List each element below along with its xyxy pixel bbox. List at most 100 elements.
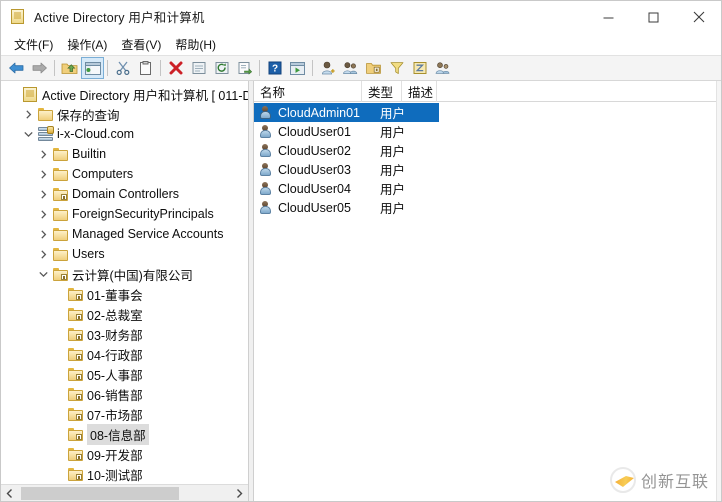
new-user-icon[interactable] <box>316 57 339 79</box>
tree-node-label: 09-开发部 <box>87 448 143 463</box>
cut-icon[interactable] <box>111 57 134 79</box>
chevron-right-icon[interactable] <box>20 104 36 124</box>
tree-node-label: Computers <box>72 167 134 181</box>
maximize-button[interactable] <box>631 1 676 33</box>
minimize-button[interactable] <box>586 1 631 33</box>
list-item[interactable]: CloudAdmin01 用户 <box>254 103 721 122</box>
list-item-content: CloudAdmin01 用户 <box>254 103 439 122</box>
scroll-right-icon[interactable] <box>231 485 248 502</box>
column-header-name[interactable]: 名称 <box>254 80 362 102</box>
list-item-name: CloudUser04 <box>278 181 351 196</box>
list-item[interactable]: CloudUser02 用户 <box>254 141 721 160</box>
list-item[interactable]: CloudUser05 用户 <box>254 198 721 217</box>
tree-node[interactable]: 05-人事部 <box>1 364 248 384</box>
copy-icon[interactable] <box>134 57 157 79</box>
menu-action[interactable]: 操作(A) <box>60 34 114 55</box>
user-icon <box>258 162 276 178</box>
tree-node[interactable]: i-x-Cloud.com <box>1 124 248 144</box>
console-tree[interactable]: Active Directory 用户和计算机 [ 011-DC01 保存的查询 i… <box>1 81 248 484</box>
close-button[interactable] <box>676 1 721 33</box>
tree-node[interactable]: 04-行政部 <box>1 344 248 364</box>
forward-arrow-icon[interactable] <box>28 57 51 79</box>
list-item-type: 用户 <box>380 183 406 197</box>
list-item[interactable]: CloudUser04 用户 <box>254 179 721 198</box>
chevron-right-icon[interactable] <box>35 204 51 224</box>
chevron-right-icon[interactable] <box>35 244 51 264</box>
tree-node[interactable]: 07-市场部 <box>1 404 248 424</box>
tree-node[interactable]: Active Directory 用户和计算机 [ 011-DC01 <box>1 84 248 104</box>
scroll-left-icon[interactable] <box>1 485 18 502</box>
details-pane: 名称 类型 描述 CloudAdmin01 用户 CloudUser01 用户 Clou… <box>254 80 721 501</box>
list-item[interactable]: CloudUser03 用户 <box>254 160 721 179</box>
chevron-down-icon[interactable] <box>35 264 51 284</box>
domain-icon <box>36 126 54 142</box>
chevron-right-icon[interactable] <box>35 144 51 164</box>
tree-node[interactable]: 01-董事会 <box>1 284 248 304</box>
menu-view[interactable]: 查看(V) <box>114 34 168 55</box>
filter-icon[interactable] <box>385 57 408 79</box>
tree-node[interactable]: 云计算(中国)有限公司 <box>1 264 248 284</box>
refresh-icon[interactable] <box>210 57 233 79</box>
tree-node[interactable]: 02-总裁室 <box>1 304 248 324</box>
menu-file[interactable]: 文件(F) <box>7 34 60 55</box>
list-column-headers: 名称 类型 描述 <box>254 80 721 102</box>
console-icon <box>10 8 26 25</box>
tree-node-label: 云计算(中国)有限公司 <box>72 268 193 283</box>
chevron-right-icon[interactable] <box>35 224 51 244</box>
new-group-icon[interactable] <box>339 57 362 79</box>
chevron-down-icon[interactable] <box>20 124 36 144</box>
delete-icon[interactable] <box>164 57 187 79</box>
user-list[interactable]: CloudAdmin01 用户 CloudUser01 用户 CloudUser02 用户… <box>254 102 721 501</box>
ou-folder-icon <box>66 446 84 462</box>
tree-node-label: 08-信息部 <box>87 423 149 445</box>
menu-help[interactable]: 帮助(H) <box>168 34 223 55</box>
help-icon[interactable]: ? <box>263 57 286 79</box>
properties-icon[interactable] <box>187 57 210 79</box>
list-item[interactable]: CloudUser01 用户 <box>254 122 721 141</box>
export-list-icon[interactable] <box>233 57 256 79</box>
column-header-type[interactable]: 类型 <box>362 80 402 102</box>
tree-node-label: i-x-Cloud.com <box>57 127 135 141</box>
up-folder-icon[interactable] <box>58 57 81 79</box>
title-bar: Active Directory 用户和计算机 <box>1 1 721 33</box>
scroll-track[interactable] <box>18 484 231 501</box>
column-header-filler <box>437 81 721 102</box>
chevron-placeholder <box>50 284 66 304</box>
column-header-description[interactable]: 描述 <box>402 80 437 102</box>
tree-horizontal-scrollbar[interactable] <box>1 484 248 501</box>
chevron-right-icon[interactable] <box>35 164 51 184</box>
tree-node[interactable]: 03-财务部 <box>1 324 248 344</box>
tree-node[interactable]: Users <box>1 244 248 264</box>
tree-node[interactable]: Computers <box>1 164 248 184</box>
tree-node[interactable]: 保存的查询 <box>1 104 248 124</box>
folder-icon <box>51 146 69 162</box>
tree-node[interactable]: 09-开发部 <box>1 444 248 464</box>
show-hide-tree-icon[interactable] <box>81 57 104 79</box>
chevron-placeholder <box>50 384 66 404</box>
chevron-placeholder <box>50 424 66 444</box>
user-icon <box>258 105 276 121</box>
tree-node[interactable]: 08-信息部 <box>1 423 248 445</box>
folder-icon <box>51 226 69 242</box>
chevron-right-icon[interactable] <box>35 184 51 204</box>
tree-node-label: 02-总裁室 <box>87 308 143 323</box>
list-item-content: CloudUser02 用户 <box>254 141 439 160</box>
tree-node[interactable]: Domain Controllers <box>1 184 248 204</box>
saved-query-icon[interactable] <box>431 57 454 79</box>
tree-node[interactable]: Builtin <box>1 144 248 164</box>
back-arrow-icon[interactable] <box>5 57 28 79</box>
details-vertical-scrollbar[interactable] <box>716 81 721 501</box>
tree-node-label: 01-董事会 <box>87 288 143 303</box>
tree-node[interactable]: ForeignSecurityPrincipals <box>1 204 248 224</box>
tree-node[interactable]: 10-测试部 <box>1 464 248 484</box>
tree-node[interactable]: Managed Service Accounts <box>1 224 248 244</box>
scroll-thumb[interactable] <box>21 486 179 500</box>
chevron-placeholder <box>50 464 66 484</box>
toolbar-separator <box>107 60 108 76</box>
tree-node-label: 04-行政部 <box>87 348 143 363</box>
show-window-icon[interactable] <box>286 57 309 79</box>
new-ou-icon[interactable] <box>362 57 385 79</box>
folder-icon <box>36 106 54 122</box>
find-icon[interactable] <box>408 57 431 79</box>
tree-node[interactable]: 06-销售部 <box>1 384 248 404</box>
